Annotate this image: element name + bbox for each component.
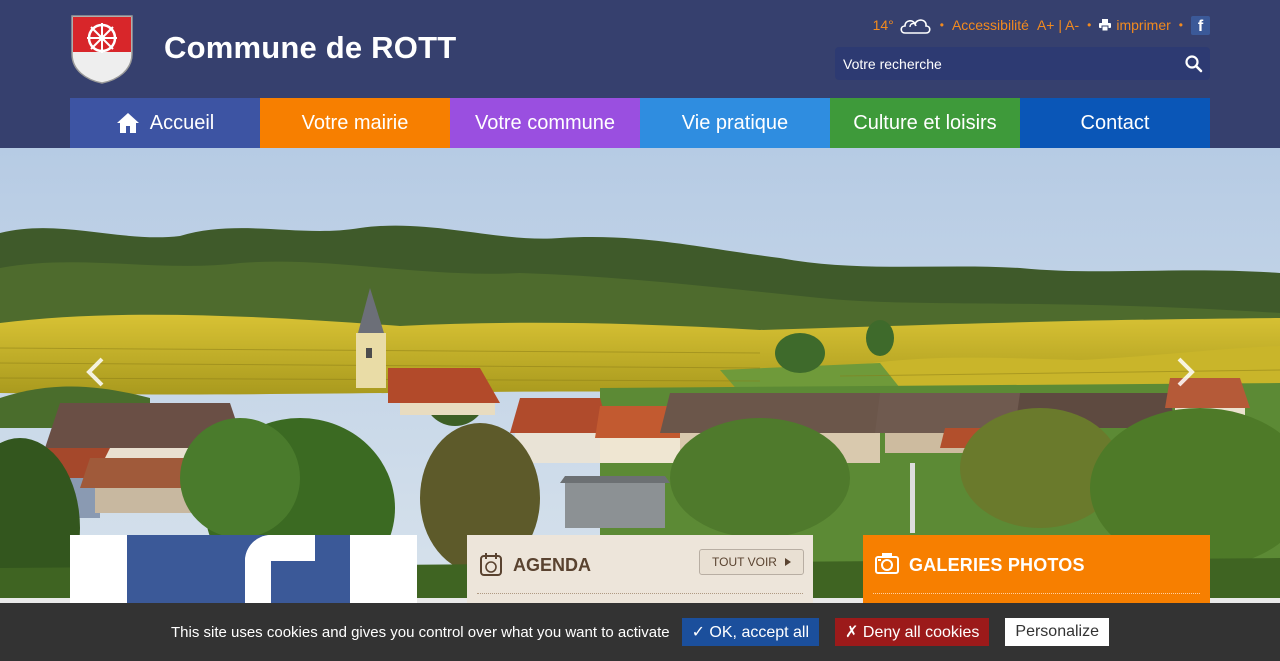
nav-item-culture-loisirs[interactable]: Culture et loisirs <box>830 98 1020 148</box>
chevron-left-icon[interactable] <box>84 355 106 389</box>
site-title[interactable]: Commune de ROTT <box>164 30 456 66</box>
main-nav: Accueil Votre mairie Votre commune Vie p… <box>70 98 1210 148</box>
nav-item-votre-mairie[interactable]: Votre mairie <box>260 98 450 148</box>
cloud-icon <box>900 19 931 34</box>
printer-icon <box>1099 19 1112 31</box>
facebook-logo <box>127 535 350 605</box>
nav-label: Contact <box>1080 111 1150 134</box>
facebook-icon[interactable]: f <box>1191 15 1210 35</box>
cookie-message: This site uses cookies and gives you con… <box>170 623 670 641</box>
accept-cookies-button[interactable]: ✓ OK, accept all <box>681 618 820 646</box>
nav-item-contact[interactable]: Contact <box>1020 98 1210 148</box>
camera-icon <box>875 553 899 574</box>
facebook-f-glyph <box>245 535 315 605</box>
nav-label: Votre mairie <box>301 111 409 134</box>
font-size-controls[interactable]: A+ | A- <box>1037 17 1079 33</box>
nav-item-votre-commune[interactable]: Votre commune <box>450 98 640 148</box>
search-box <box>835 47 1210 80</box>
home-icon <box>116 113 139 133</box>
hero-slider <box>0 148 1280 598</box>
top-utility-bar: 14° • Accessibilité A+ | A- • imprimer •… <box>873 14 1210 36</box>
nav-label: Votre commune <box>474 111 616 134</box>
see-all-label: TOUT VOIR <box>712 555 777 569</box>
nav-item-accueil[interactable]: Accueil <box>70 98 260 148</box>
agenda-title: AGENDA <box>513 555 592 575</box>
site-header: Commune de ROTT 14° • Accessibilité A+ |… <box>0 0 1280 148</box>
hero-image <box>0 148 1280 598</box>
facebook-card[interactable] <box>70 535 417 605</box>
personalize-cookies-button[interactable]: Personalize <box>1005 618 1109 646</box>
nav-item-vie-pratique[interactable]: Vie pratique <box>640 98 830 148</box>
separator: • <box>939 18 944 32</box>
calendar-icon <box>480 553 502 576</box>
coat-of-arms-logo[interactable] <box>70 14 134 84</box>
divider <box>477 593 803 594</box>
deny-cookies-button[interactable]: ✗ Deny all cookies <box>835 618 990 646</box>
chevron-right-icon[interactable] <box>1175 355 1197 389</box>
cookie-consent-bar: This site uses cookies and gives you con… <box>0 603 1280 661</box>
accessibility-link[interactable]: Accessibilité <box>952 17 1029 33</box>
nav-label: Accueil <box>149 111 215 134</box>
separator: • <box>1178 18 1183 32</box>
separator: • <box>1087 18 1092 32</box>
nav-label: Vie pratique <box>681 111 789 134</box>
print-link[interactable]: imprimer <box>1099 17 1171 33</box>
weather-widget: 14° <box>873 14 932 36</box>
divider <box>873 593 1200 594</box>
search-input[interactable] <box>835 47 1170 80</box>
nav-label: Culture et loisirs <box>853 111 997 134</box>
caret-right-icon <box>784 558 791 566</box>
print-label: imprimer <box>1116 17 1171 33</box>
agenda-card: AGENDA TOUT VOIR <box>467 535 813 605</box>
galleries-title: GALERIES PHOTOS <box>909 555 1085 575</box>
temperature: 14° <box>872 17 894 33</box>
search-icon[interactable] <box>1184 54 1204 74</box>
see-all-button[interactable]: TOUT VOIR <box>699 549 804 575</box>
photo-galleries-card[interactable]: GALERIES PHOTOS <box>863 535 1210 605</box>
